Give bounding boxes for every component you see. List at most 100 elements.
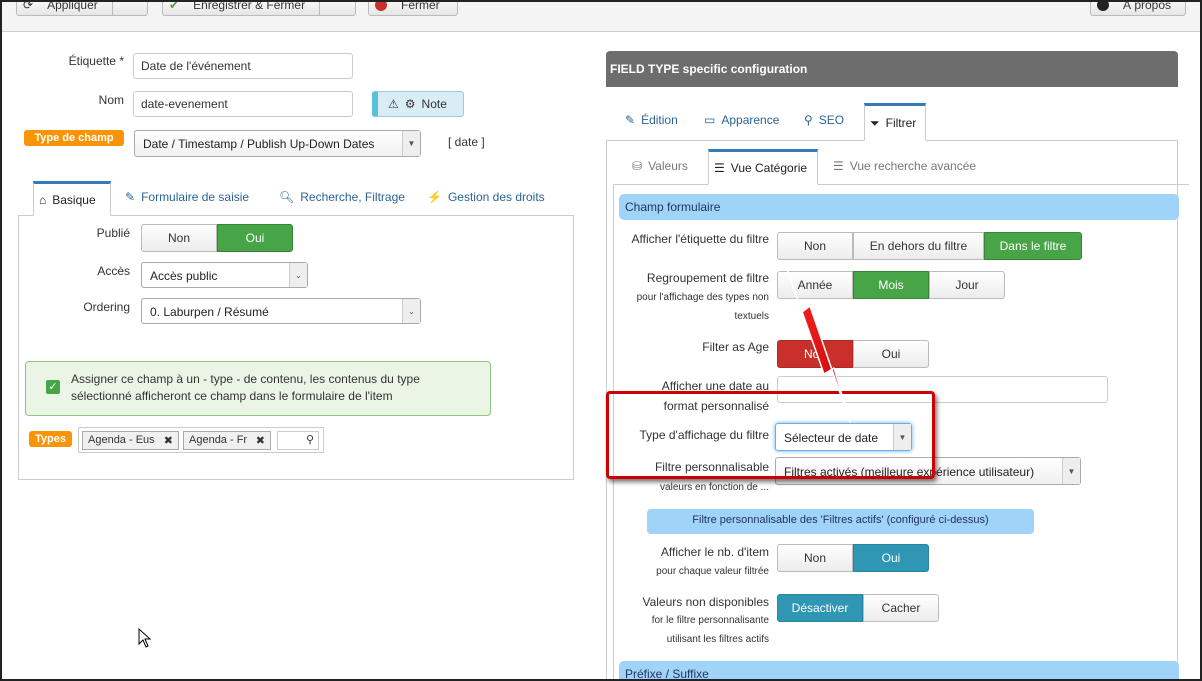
mouse-cursor-icon — [138, 628, 152, 648]
save-close-button[interactable]: ✔ Enregistrer & Fermer — [162, 0, 356, 16]
chevron-down-icon: ▼ — [402, 131, 420, 156]
question-icon — [1097, 2, 1109, 11]
show-label-inside-button[interactable]: Dans le filtre — [984, 232, 1082, 260]
tab-basic[interactable]: ⌂ Basique — [33, 181, 111, 216]
show-label-label: Afficher l'étiquette du filtre — [631, 232, 769, 246]
remove-tag-icon[interactable]: ✖ — [256, 434, 265, 447]
tab-filter[interactable]: ⏷ Filtrer — [864, 103, 926, 141]
list-icon: ☰ — [714, 161, 725, 175]
apply-dropdown-toggle[interactable] — [111, 2, 136, 15]
show-count-yes-button[interactable]: Oui — [853, 544, 929, 572]
chevron-down-icon: ▼ — [1062, 458, 1080, 484]
tab-permissions[interactable]: ⚡ Gestion des droits — [427, 190, 545, 204]
published-yes-button[interactable]: Oui — [217, 224, 293, 252]
monitor-icon: ▭ — [704, 113, 716, 127]
access-value: Accès public — [150, 269, 218, 283]
show-count-toggle: Non Oui — [777, 544, 929, 572]
field-type-select[interactable]: Date / Timestamp / Publish Up-Down Dates… — [134, 130, 421, 157]
tab-input-form[interactable]: ✎ Formulaire de saisie — [125, 190, 249, 204]
unavailable-hide-button[interactable]: Cacher — [863, 594, 939, 622]
filter-as-age-yes-button[interactable]: Oui — [853, 340, 929, 368]
filter-icon: ⏷ — [870, 115, 880, 130]
grouping-sub1: pour l'affichage des types non — [636, 292, 769, 303]
about-label: À propos — [1123, 0, 1172, 12]
highlight-annotation-box — [606, 391, 935, 479]
search-icon: 🔍︎ — [279, 190, 295, 204]
show-count-no-button[interactable]: Non — [777, 544, 853, 572]
check-icon: ✔ — [169, 0, 180, 12]
subtab-category-view[interactable]: ☰ Vue Catégorie — [708, 149, 818, 185]
subtab-values[interactable]: ⛁ Valeurs — [632, 159, 688, 173]
about-button[interactable]: À propos — [1090, 0, 1186, 16]
name-field-label: Nom — [98, 93, 124, 107]
grouping-day-button[interactable]: Jour — [929, 271, 1005, 299]
annotation-arrow-icon — [785, 265, 851, 423]
close-button[interactable]: Fermer — [368, 2, 458, 16]
types-multiselect[interactable]: Agenda - Eus ✖ Agenda - Fr ✖ ⚲ — [78, 427, 324, 453]
assign-text: Assigner ce champ à un - type - de conte… — [71, 372, 420, 403]
home-icon: ⌂ — [39, 192, 47, 207]
access-select[interactable]: Accès public ⌄ — [141, 262, 308, 288]
filter-as-age-label: Filter as Age — [702, 340, 769, 354]
tab-permissions-label: Gestion des droits — [447, 190, 545, 204]
tab-search-filter-label: Recherche, Filtrage — [300, 190, 405, 204]
remove-tag-icon[interactable]: ✖ — [164, 434, 173, 447]
field-type-badge: Type de champ — [24, 130, 124, 146]
checkbox-checked-icon: ✓ — [46, 380, 60, 394]
field-type-config-header: FIELD TYPE specific configuration — [606, 51, 1178, 87]
apply-label: Appliquer — [47, 0, 98, 12]
published-toggle: Non Oui — [141, 224, 293, 252]
unavailable-toggle: Désactiver Cacher — [777, 594, 939, 622]
show-label-no-button[interactable]: Non — [777, 232, 853, 260]
field-type-value: Date / Timestamp / Publish Up-Down Dates — [143, 137, 375, 151]
tab-search-filter[interactable]: 🔍︎ Recherche, Filtrage — [279, 190, 405, 204]
active-filters-note: Filtre personnalisable des 'Filtres acti… — [647, 509, 1034, 534]
search-icon: ⚲ — [305, 434, 314, 446]
gear-icon: ⚙ — [404, 97, 416, 111]
assign-info-box: ✓ Assigner ce champ à un - type - de con… — [25, 361, 491, 416]
label-input[interactable]: Date de l'événement — [133, 53, 353, 79]
note-button[interactable]: ⚠ ⚙ Note — [372, 91, 464, 117]
custom-filter-sub: valeurs en fonction de ... — [660, 482, 769, 493]
database-icon: ⛁ — [632, 159, 643, 173]
type-tag: Agenda - Eus ✖ — [82, 431, 179, 450]
chevron-down-icon: ⌄ — [402, 299, 420, 323]
label-field-label: Étiquette * — [68, 54, 124, 68]
show-count-label: Afficher le nb. d'item — [660, 545, 769, 559]
ordering-value: 0. Laburpen / Résumé — [150, 305, 269, 319]
tab-edition-label: Édition — [641, 113, 678, 127]
apply-button[interactable]: ⟳ Appliquer — [16, 0, 148, 16]
save-dropdown-toggle[interactable] — [319, 2, 343, 15]
plug-icon: ⚡ — [427, 190, 442, 204]
subtab-advanced-search[interactable]: ☰ Vue recherche avancée — [833, 159, 976, 173]
note-label: Note — [421, 97, 447, 111]
grouping-sub2: textuels — [734, 311, 769, 322]
tab-input-form-label: Formulaire de saisie — [141, 190, 250, 204]
tab-edition[interactable]: ✎ Édition — [625, 113, 678, 127]
tab-seo-label: SEO — [818, 113, 845, 127]
chevron-down-icon: ⌄ — [289, 263, 307, 287]
types-badge: Types — [29, 431, 72, 447]
grouping-month-button[interactable]: Mois — [853, 271, 929, 299]
name-input[interactable]: date-evenement — [133, 91, 353, 117]
edit-icon: ✎ — [625, 113, 636, 127]
field-type-code: [ date ] — [448, 135, 485, 149]
tab-seo[interactable]: ⚲ SEO — [804, 113, 844, 127]
unavailable-label: Valeurs non disponibles — [642, 595, 769, 609]
edit-icon: ✎ — [125, 190, 136, 204]
type-tag-label: Agenda - Fr — [189, 434, 248, 446]
list-icon: ☰ — [833, 159, 844, 173]
tab-appearance-label: Apparence — [721, 113, 780, 127]
ordering-select[interactable]: 0. Laburpen / Résumé ⌄ — [141, 298, 421, 324]
show-label-outside-button[interactable]: En dehors du filtre — [853, 232, 984, 260]
grouping-label: Regroupement de filtre — [646, 271, 769, 285]
published-label: Publié — [96, 226, 130, 240]
tab-appearance[interactable]: ▭ Apparence — [704, 113, 779, 127]
subtab-values-label: Valeurs — [648, 159, 688, 173]
published-no-button[interactable]: Non — [141, 224, 217, 252]
tab-basic-label: Basique — [52, 192, 96, 207]
types-search-input[interactable]: ⚲ — [277, 431, 319, 450]
toolbar: ⟳ Appliquer ✔ Enregistrer & Fermer Ferme… — [2, 2, 1200, 32]
unavailable-disable-button[interactable]: Désactiver — [777, 594, 863, 622]
type-tag: Agenda - Fr ✖ — [183, 431, 271, 450]
